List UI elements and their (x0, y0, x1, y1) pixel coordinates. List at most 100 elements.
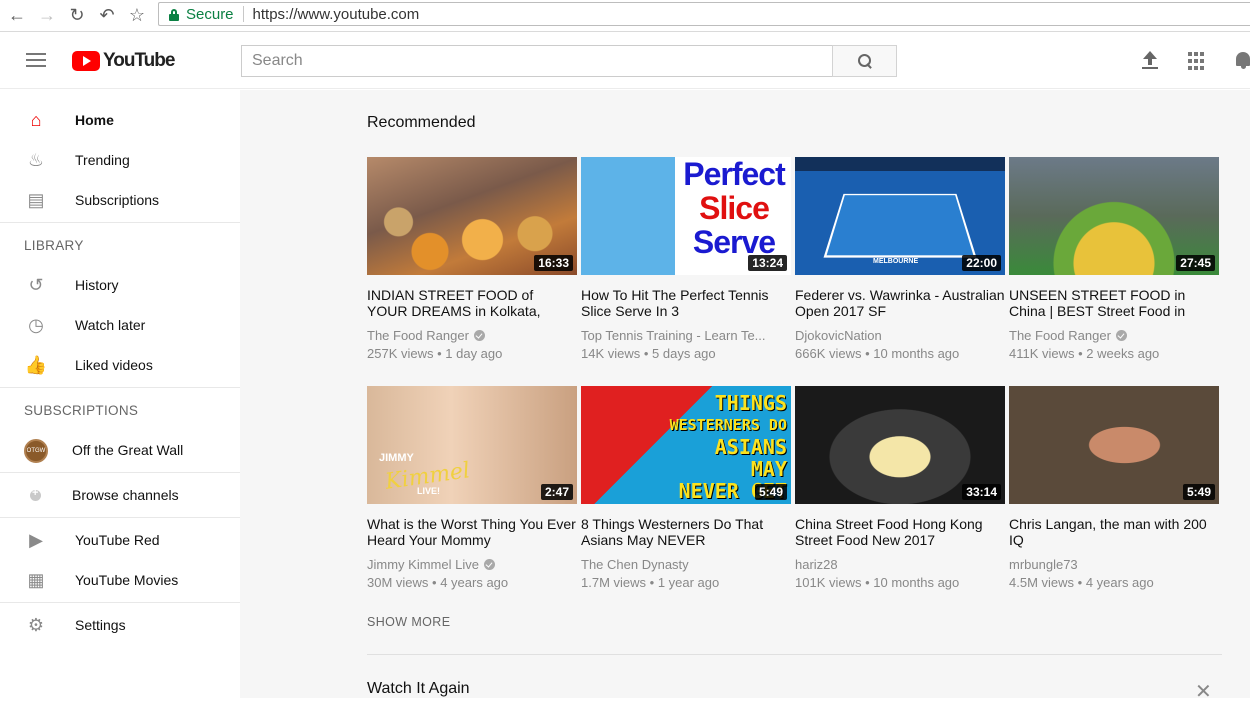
home-icon: ⌂ (30, 109, 42, 130)
channel-name[interactable]: mrbungle73 (1009, 557, 1078, 572)
section-divider (367, 654, 1222, 655)
channel-name[interactable]: The Food Ranger (1009, 328, 1111, 343)
reload-icon[interactable]: ↻ (64, 3, 90, 29)
divider (0, 472, 240, 473)
channel-avatar: OTGW (24, 439, 48, 463)
search-input[interactable]: Search (241, 45, 833, 77)
video-channel[interactable]: Top Tennis Training - Learn Te... (581, 328, 791, 343)
forward-icon[interactable]: → (34, 3, 60, 29)
video-thumbnail[interactable]: THINGS WESTERNERS DO ASIANS MAY NEVER GE… (581, 386, 791, 504)
recommended-title: Recommended (367, 114, 476, 131)
sidebar-item-settings[interactable]: ⚙ Settings (0, 605, 240, 645)
sidebar-item-liked-videos[interactable]: 👍 Liked videos (0, 345, 240, 385)
channel-name[interactable]: hariz28 (795, 557, 838, 572)
video-thumbnail[interactable]: MELBOURNE 22:00 (795, 157, 1005, 275)
bookmark-star-icon[interactable]: ☆ (124, 3, 150, 29)
video-title[interactable]: Chris Langan, the man with 200 IQ (1009, 516, 1219, 548)
menu-icon[interactable] (26, 53, 46, 69)
sidebar-item-history[interactable]: ↺ History (0, 265, 240, 305)
channel-name[interactable]: Jimmy Kimmel Live (367, 557, 479, 572)
thumbnail-word: Slice (699, 190, 770, 226)
video-duration: 33:14 (962, 484, 1001, 500)
video-channel[interactable]: DjokovicNation (795, 328, 1005, 343)
watch-later-icon: ◷ (28, 314, 44, 335)
url-text[interactable]: https://www.youtube.com (253, 6, 420, 23)
video-channel[interactable]: The Food Ranger (367, 328, 577, 343)
thumbnail-word: WESTERNERS DO (669, 416, 787, 434)
sidebar-item-off-the-great-wall[interactable]: OTGW Off the Great Wall (0, 430, 240, 470)
sidebar-item-watch-later[interactable]: ◷ Watch later (0, 305, 240, 345)
thumbnail-word: JIMMY (379, 452, 414, 464)
video-channel[interactable]: Jimmy Kimmel Live (367, 557, 577, 572)
video-thumbnail[interactable]: 16:33 (367, 157, 577, 275)
thumbnail-word: Perfect (683, 157, 786, 192)
sidebar-item-youtube-red[interactable]: ▶ YouTube Red (0, 520, 240, 560)
view-count: 4.5M views (1009, 575, 1075, 590)
sidebar-item-youtube-movies[interactable]: ▦ YouTube Movies (0, 560, 240, 600)
upload-age: 2 weeks ago (1086, 346, 1160, 361)
video-thumbnail[interactable]: 33:14 (795, 386, 1005, 504)
liked-videos-icon: 👍 (24, 354, 48, 375)
youtube-movies-icon: ▦ (27, 569, 45, 590)
video-thumbnail[interactable]: 27:45 (1009, 157, 1219, 275)
channel-name[interactable]: Top Tennis Training - Learn Te... (581, 328, 766, 343)
video-card[interactable]: 16:33 INDIAN STREET FOOD of YOUR DREAMS … (367, 157, 577, 361)
verified-check-icon (473, 330, 485, 341)
video-title[interactable]: How To Hit The Perfect Tennis Slice Serv… (581, 287, 791, 319)
sidebar-item-trending[interactable]: ♨ Trending (0, 140, 240, 180)
channel-name[interactable]: The Food Ranger (367, 328, 469, 343)
sidebar-item-label: Settings (75, 617, 126, 633)
channel-name[interactable]: The Chen Dynasty (581, 557, 689, 572)
upload-age: 1 day ago (445, 346, 503, 361)
show-more-button[interactable]: SHOW MORE (367, 615, 450, 629)
notifications-bell-icon[interactable] (1236, 51, 1250, 71)
video-card[interactable]: Perfect Slice Serve 13:24 How To Hit The… (581, 157, 791, 361)
plus-circle-icon (30, 487, 41, 501)
upload-age: 10 months ago (873, 346, 960, 361)
video-title[interactable]: What is the Worst Thing You Ever Heard Y… (367, 516, 577, 548)
video-channel[interactable]: The Food Ranger (1009, 328, 1219, 343)
divider (0, 517, 240, 518)
sidebar-item-home[interactable]: ⌂ Home (0, 100, 240, 140)
sidebar-item-label: Watch later (75, 317, 146, 333)
video-thumbnail[interactable]: JIMMY Kimmel LIVE! 2:47 (367, 386, 577, 504)
youtube-logo[interactable]: YouTube (72, 50, 175, 72)
video-thumbnail[interactable]: Perfect Slice Serve 13:24 (581, 157, 791, 275)
upload-age: 5 days ago (652, 346, 716, 361)
video-channel[interactable]: mrbungle73 (1009, 557, 1219, 572)
video-title[interactable]: UNSEEN STREET FOOD in China | BEST Stree… (1009, 287, 1219, 319)
video-channel[interactable]: The Chen Dynasty (581, 557, 791, 572)
video-card[interactable]: 27:45 UNSEEN STREET FOOD in China | BEST… (1009, 157, 1219, 361)
video-title[interactable]: INDIAN STREET FOOD of YOUR DREAMS in Kol… (367, 287, 577, 319)
address-bar[interactable]: Secure https://www.youtube.com (158, 2, 1250, 26)
settings-gear-icon: ⚙ (27, 614, 45, 635)
view-count: 14K views (581, 346, 641, 361)
video-card[interactable]: 33:14 China Street Food Hong Kong Street… (795, 386, 1005, 590)
video-card[interactable]: THINGS WESTERNERS DO ASIANS MAY NEVER GE… (581, 386, 791, 590)
sidebar-item-subscriptions[interactable]: ▤ Subscriptions (0, 180, 240, 220)
upload-age: 4 years ago (1085, 575, 1154, 590)
thumbnail-word: THINGS (714, 391, 787, 415)
video-thumbnail[interactable]: 5:49 (1009, 386, 1219, 504)
video-title[interactable]: Federer vs. Wawrinka - Australian Open 2… (795, 287, 1005, 319)
channel-name[interactable]: DjokovicNation (795, 328, 882, 343)
sidebar-item-label: Home (75, 112, 114, 128)
search-button[interactable] (832, 45, 897, 77)
video-card[interactable]: 5:49 Chris Langan, the man with 200 IQ m… (1009, 386, 1219, 590)
video-card[interactable]: JIMMY Kimmel LIVE! 2:47 What is the Wors… (367, 386, 577, 590)
library-heading: LIBRARY (24, 237, 84, 253)
upload-icon[interactable] (1140, 51, 1160, 71)
undo-icon[interactable]: ↶ (94, 3, 120, 29)
sidebar-item-label: YouTube Red (75, 532, 160, 548)
video-title[interactable]: 8 Things Westerners Do That Asians May N… (581, 516, 791, 548)
close-icon[interactable]: ✕ (1195, 679, 1212, 704)
sidebar-item-browse-channels[interactable]: Browse channels (0, 475, 240, 515)
thumbnail-word: ASIANS MAY (714, 435, 787, 481)
video-title[interactable]: China Street Food Hong Kong Street Food … (795, 516, 1005, 548)
subscriptions-heading: SUBSCRIPTIONS (24, 402, 139, 418)
back-icon[interactable]: ← (4, 3, 30, 29)
apps-icon[interactable] (1188, 51, 1208, 71)
video-card[interactable]: MELBOURNE 22:00 Federer vs. Wawrinka - A… (795, 157, 1005, 361)
tennis-court (823, 193, 977, 258)
video-channel[interactable]: hariz28 (795, 557, 1005, 572)
